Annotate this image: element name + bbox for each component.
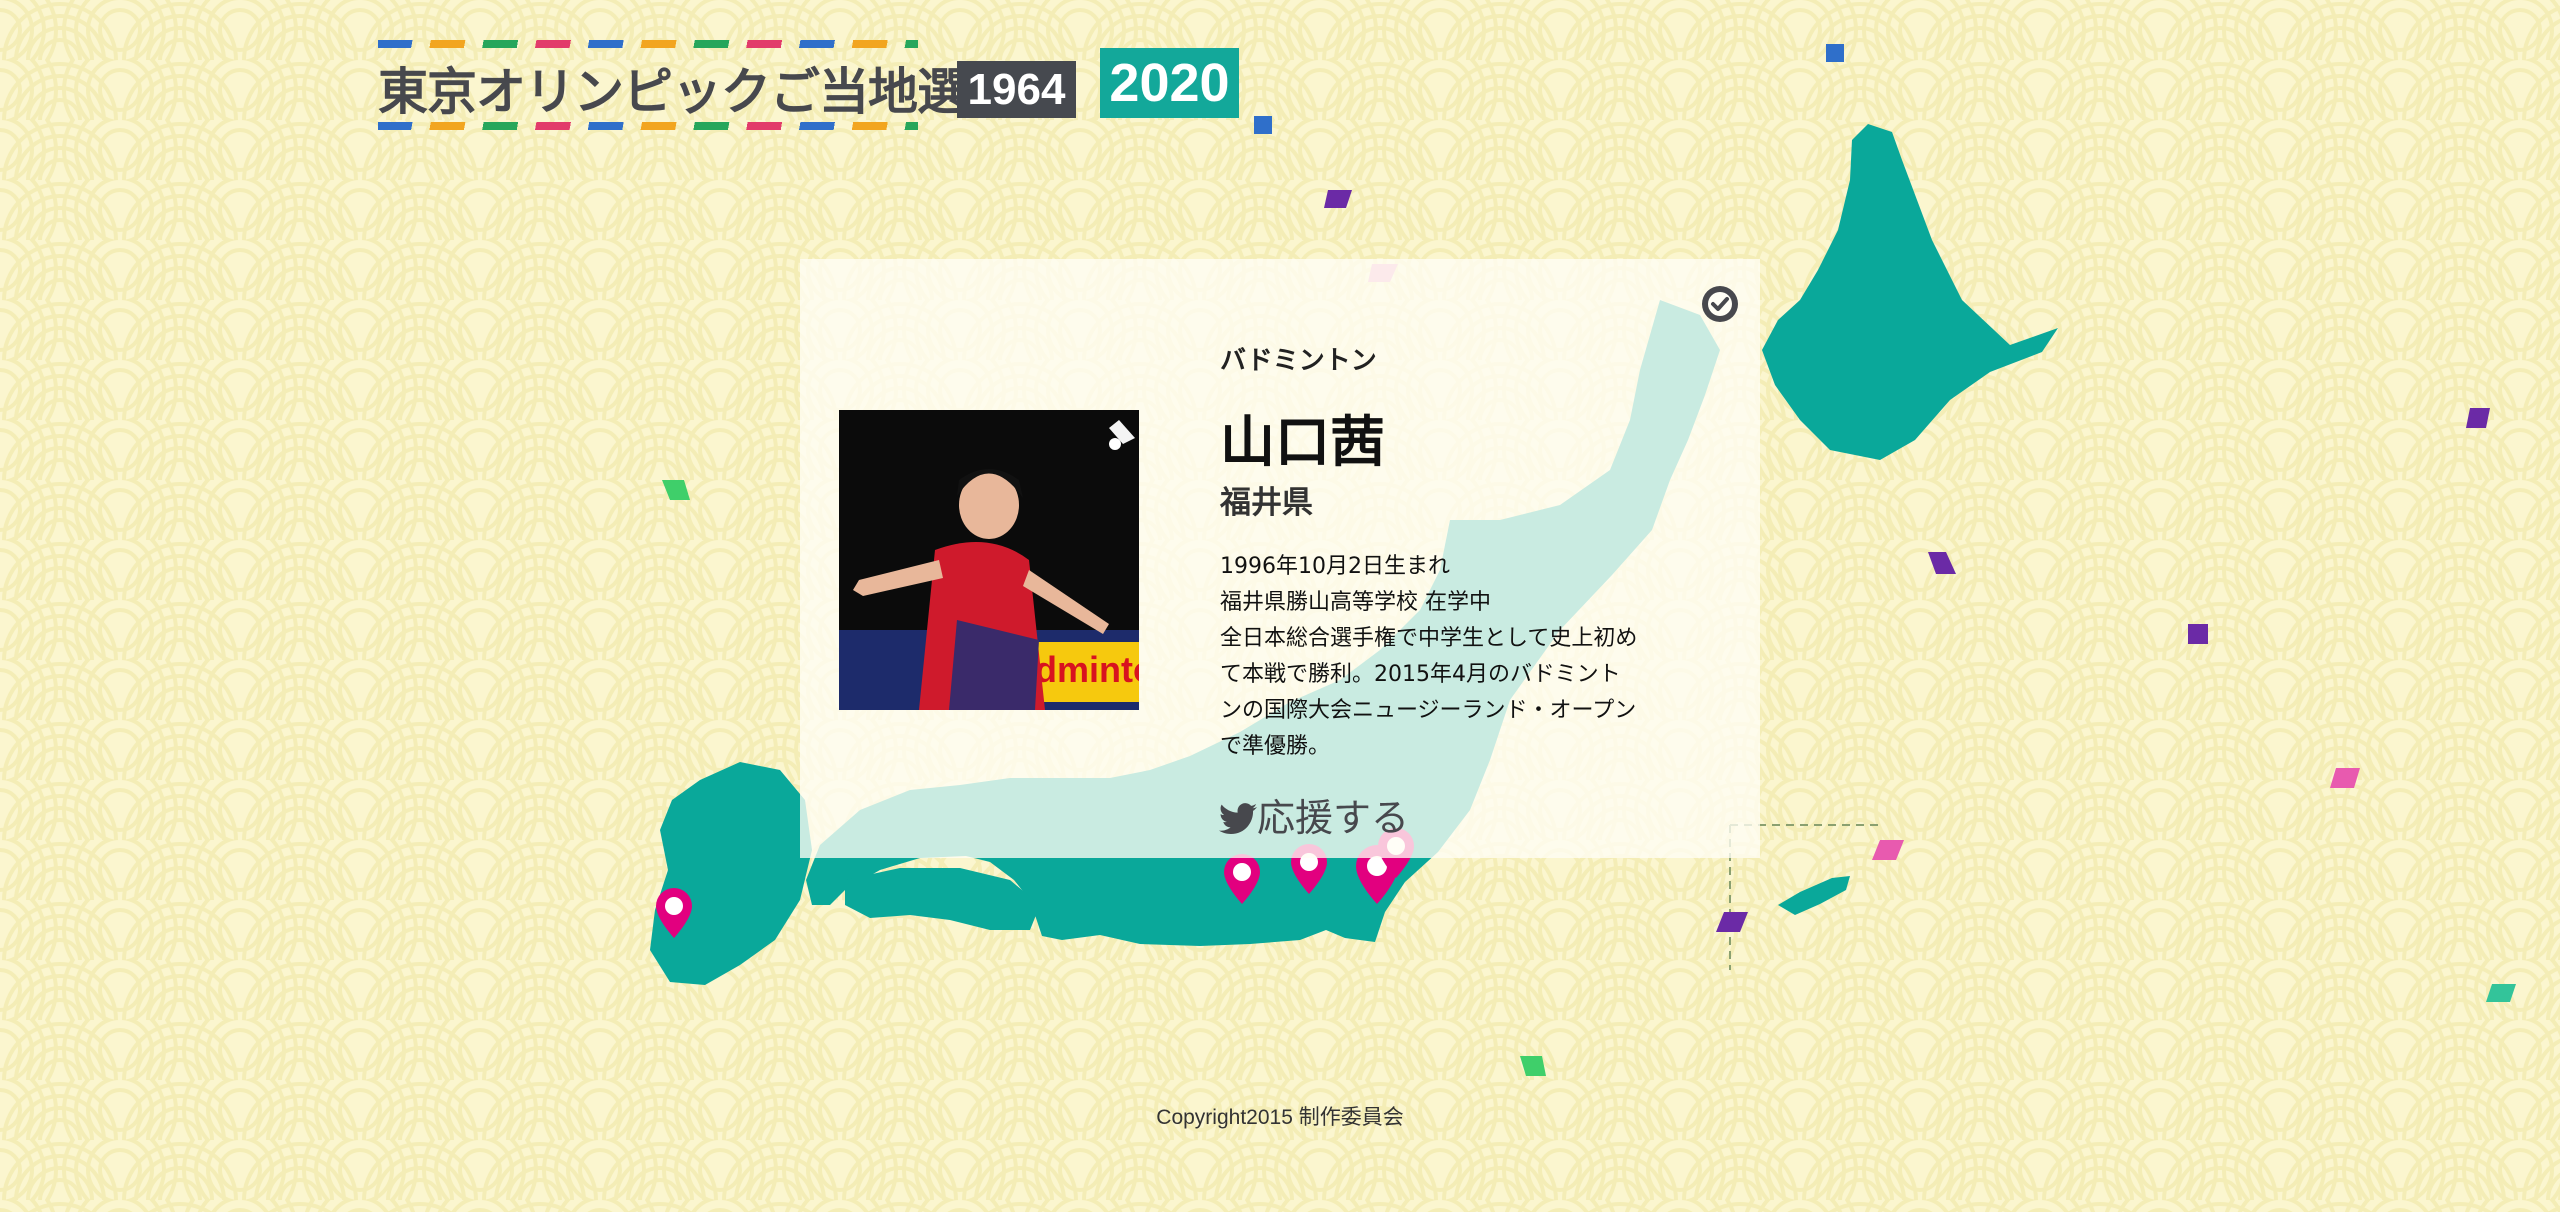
logo-stripe-bottom [378, 122, 918, 130]
bio-line: 福井県勝山高等学校 在学中 [1220, 590, 1491, 615]
hokkaido-region[interactable] [1762, 124, 2058, 460]
year-2020-button[interactable]: 2020 [1100, 48, 1239, 118]
athlete-photo: Badminton [839, 410, 1139, 710]
logo-stripe-top [378, 40, 918, 48]
bio-line: 全日本総合選手権で中学生として史上初め [1220, 626, 1638, 651]
bio-line: で準優勝。 [1220, 734, 1331, 759]
footer-copyright: Copyright2015 制作委員会 [1156, 1106, 1404, 1129]
bio-line: 1996年10月2日生まれ [1220, 554, 1450, 579]
athlete-bio: 1996年10月2日生まれ 福井県勝山高等学校 在学中 全日本総合選手権で中学生… [1220, 549, 1690, 765]
izu-islands [1778, 876, 1850, 915]
twitter-bird-icon [1219, 803, 1257, 835]
check-circle-icon[interactable] [1700, 284, 1740, 324]
athlete-name: 山口茜 [1220, 410, 1386, 474]
support-tweet-button[interactable]: 応援する [1219, 787, 1410, 840]
athlete-prefecture: 福井県 [1220, 485, 1313, 521]
site-title: 東京オリンピックご当地選手 [378, 63, 1016, 121]
bio-line: ンの国際大会ニュージーランド・オープン [1220, 698, 1637, 723]
sport-label: バドミントン [1220, 346, 1377, 376]
athlete-profile-card: Badminton バドミントン 山口茜 福井県 1996年10月2日生まれ 福… [800, 259, 1760, 858]
bio-line: て本戦で勝利。2015年4月のバドミント [1220, 662, 1621, 687]
kyushu-region[interactable] [650, 762, 812, 985]
support-label: 応援する [1257, 796, 1410, 840]
year-1964-button[interactable]: 1964 [957, 61, 1076, 118]
